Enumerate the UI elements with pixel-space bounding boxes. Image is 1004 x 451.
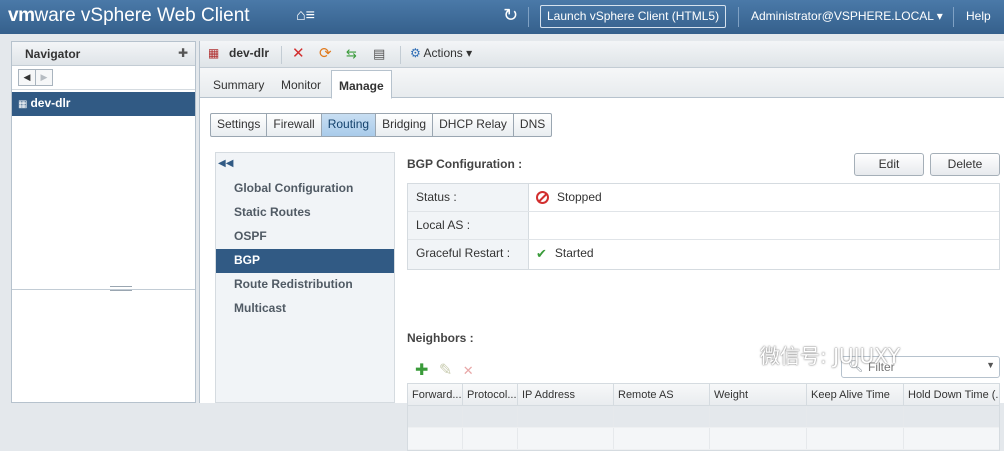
panel-splitter[interactable]: [12, 289, 195, 290]
divider: [528, 7, 529, 27]
bgp-configuration-title: BGP Configuration :: [407, 157, 523, 171]
routing-item-ospf[interactable]: OSPF: [216, 225, 394, 249]
subtab-dns[interactable]: DNS: [514, 114, 551, 136]
status-value: Stopped: [529, 184, 602, 211]
home-menu-icon[interactable]: ⌂≡: [296, 7, 315, 25]
divider: [281, 46, 282, 64]
actions-label: Actions ▾: [423, 46, 473, 60]
redeploy-icon[interactable]: ⟳: [319, 44, 332, 62]
navigator-title: Navigator: [25, 47, 81, 61]
status-label: Status :: [408, 184, 529, 211]
tab-bar: Summary Monitor Manage: [200, 68, 1004, 99]
status-row: Status : Stopped: [408, 184, 999, 212]
subtab-settings[interactable]: Settings: [211, 114, 268, 136]
edit-button[interactable]: Edit: [854, 153, 924, 176]
edit-pencil-icon[interactable]: ✎: [439, 362, 452, 379]
graceful-restart-value: ✔ Started: [529, 240, 594, 269]
subtab-bridging[interactable]: Bridging: [376, 114, 434, 136]
navigator-item-label: dev-dlr: [30, 96, 71, 110]
router-icon: ▦: [18, 99, 28, 110]
subtab-routing[interactable]: Routing: [321, 114, 377, 136]
check-icon: ✔: [536, 246, 547, 261]
actions-menu[interactable]: ⚙ Actions ▾: [410, 46, 472, 60]
delete-icon[interactable]: ✕: [292, 44, 305, 62]
grid-header: Forward... Protocol... IP Address Remote…: [408, 384, 999, 406]
object-toolbar: ▦ dev-dlr ✕ ⟳ ⇆ ▤ ⚙ Actions ▾: [200, 41, 1004, 68]
col-remote-as[interactable]: Remote AS: [614, 384, 710, 405]
manage-subtabs: Settings Firewall Routing Bridging DHCP …: [210, 113, 553, 137]
col-protocol-address[interactable]: Protocol...: [463, 384, 518, 405]
bgp-properties: Status : Stopped Local AS : Graceful Res…: [407, 183, 1000, 270]
graceful-restart-text: Started: [554, 246, 594, 260]
logs-icon[interactable]: ▤: [373, 46, 385, 62]
gear-icon: ⚙: [410, 46, 421, 60]
routing-item-global-configuration[interactable]: Global Configuration: [216, 177, 394, 201]
chevron-down-icon[interactable]: ▼: [986, 360, 995, 370]
routing-item-bgp[interactable]: BGP: [216, 249, 394, 273]
col-hold-down-time[interactable]: Hold Down Time (...: [904, 384, 999, 405]
routing-item-route-redistribution[interactable]: Route Redistribution: [216, 273, 394, 297]
tab-summary[interactable]: Summary: [206, 74, 271, 98]
neighbors-toolbar: ✚ ✎ ✕: [415, 360, 474, 380]
history-nav: ◀ ▶: [12, 66, 195, 90]
col-ip-address[interactable]: IP Address: [518, 384, 614, 405]
user-menu[interactable]: Administrator@VSPHERE.LOCAL ▾: [751, 9, 943, 23]
add-icon[interactable]: ✚: [415, 362, 428, 379]
graceful-restart-label: Graceful Restart :: [408, 240, 529, 269]
pin-icon[interactable]: ✚: [178, 46, 188, 60]
router-icon: ▦: [208, 46, 220, 60]
col-keep-alive-time[interactable]: Keep Alive Time: [807, 384, 904, 405]
routing-menu: ◀◀ Global Configuration Static Routes OS…: [215, 152, 395, 403]
remove-icon[interactable]: ✕: [463, 363, 474, 378]
delete-button[interactable]: Delete: [930, 153, 1000, 176]
divider: [400, 46, 401, 64]
graceful-restart-row: Graceful Restart : ✔ Started: [408, 240, 999, 269]
routing-item-static-routes[interactable]: Static Routes: [216, 201, 394, 225]
launch-html5-client-button[interactable]: Launch vSphere Client (HTML5): [540, 5, 727, 28]
local-as-label: Local AS :: [408, 212, 529, 239]
navigator-header: Navigator ✚: [12, 42, 195, 66]
watermark: 微信号: JUJUXY: [760, 344, 901, 368]
local-as-value: [529, 212, 536, 239]
routing-item-multicast[interactable]: Multicast: [216, 297, 394, 321]
local-as-row: Local AS :: [408, 212, 999, 240]
navigator-item-dev-dlr[interactable]: ▦ dev-dlr: [12, 92, 195, 116]
table-row: [408, 406, 999, 428]
col-forwarding-address[interactable]: Forward...: [408, 384, 463, 405]
help-menu[interactable]: Help: [966, 9, 991, 23]
divider: [953, 7, 954, 27]
change-size-icon[interactable]: ⇆: [346, 46, 357, 62]
status-text: Stopped: [557, 190, 602, 204]
tab-manage[interactable]: Manage: [331, 70, 392, 99]
col-weight[interactable]: Weight: [710, 384, 807, 405]
subtab-dhcp-relay[interactable]: DHCP Relay: [433, 114, 514, 136]
stopped-icon: [536, 191, 549, 204]
neighbors-title: Neighbors :: [407, 331, 474, 345]
neighbors-grid: Forward... Protocol... IP Address Remote…: [407, 383, 1000, 451]
collapse-icon[interactable]: ◀◀: [218, 158, 233, 169]
tab-monitor[interactable]: Monitor: [274, 74, 328, 98]
splitter-grip-icon[interactable]: [110, 286, 132, 291]
subtab-firewall[interactable]: Firewall: [267, 114, 322, 136]
navigator-panel: Navigator ✚ ◀ ▶ ▦ dev-dlr: [11, 41, 196, 403]
refresh-icon[interactable]: ↻: [503, 5, 518, 26]
forward-icon[interactable]: ▶: [35, 69, 53, 86]
object-title: dev-dlr: [229, 46, 270, 60]
divider: [738, 7, 739, 27]
vmware-logo: vmware vSphere Web Client: [8, 5, 250, 26]
bgp-content: BGP Configuration : Edit Delete Status :…: [407, 152, 1004, 451]
top-bar: vmware vSphere Web Client ⌂≡ ↻ Launch vS…: [0, 0, 1004, 34]
table-row: [408, 428, 999, 450]
back-icon[interactable]: ◀: [18, 69, 36, 86]
